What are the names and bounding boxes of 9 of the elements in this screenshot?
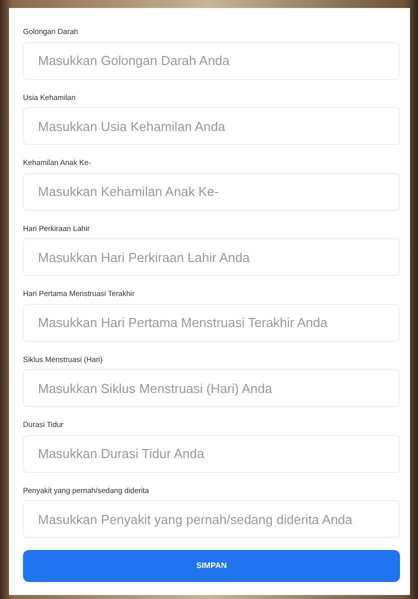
input-field[interactable]: Masukkan Penyakit yang pernah/sedang diderita Anda	[23, 500, 400, 538]
input-field[interactable]: Masukkan Hari Pertama Menstruasi Terakhir Anda	[23, 304, 400, 342]
input-field[interactable]: Masukkan Golongan Darah Anda	[23, 42, 400, 80]
save-button[interactable]: SIMPAN	[23, 550, 400, 582]
input-field[interactable]: Masukkan Durasi Tidur Anda	[23, 434, 400, 472]
input-field[interactable]: Masukkan Siklus Menstruasi (Hari) Anda	[23, 369, 400, 407]
input-field[interactable]: Masukkan Hari Perkiraan Lahir Anda	[23, 238, 400, 276]
input-field[interactable]: Masukkan Kehamilan Anak Ke-	[23, 172, 400, 210]
input-field[interactable]: Masukkan Usia Kehamilan Anda	[23, 107, 400, 145]
